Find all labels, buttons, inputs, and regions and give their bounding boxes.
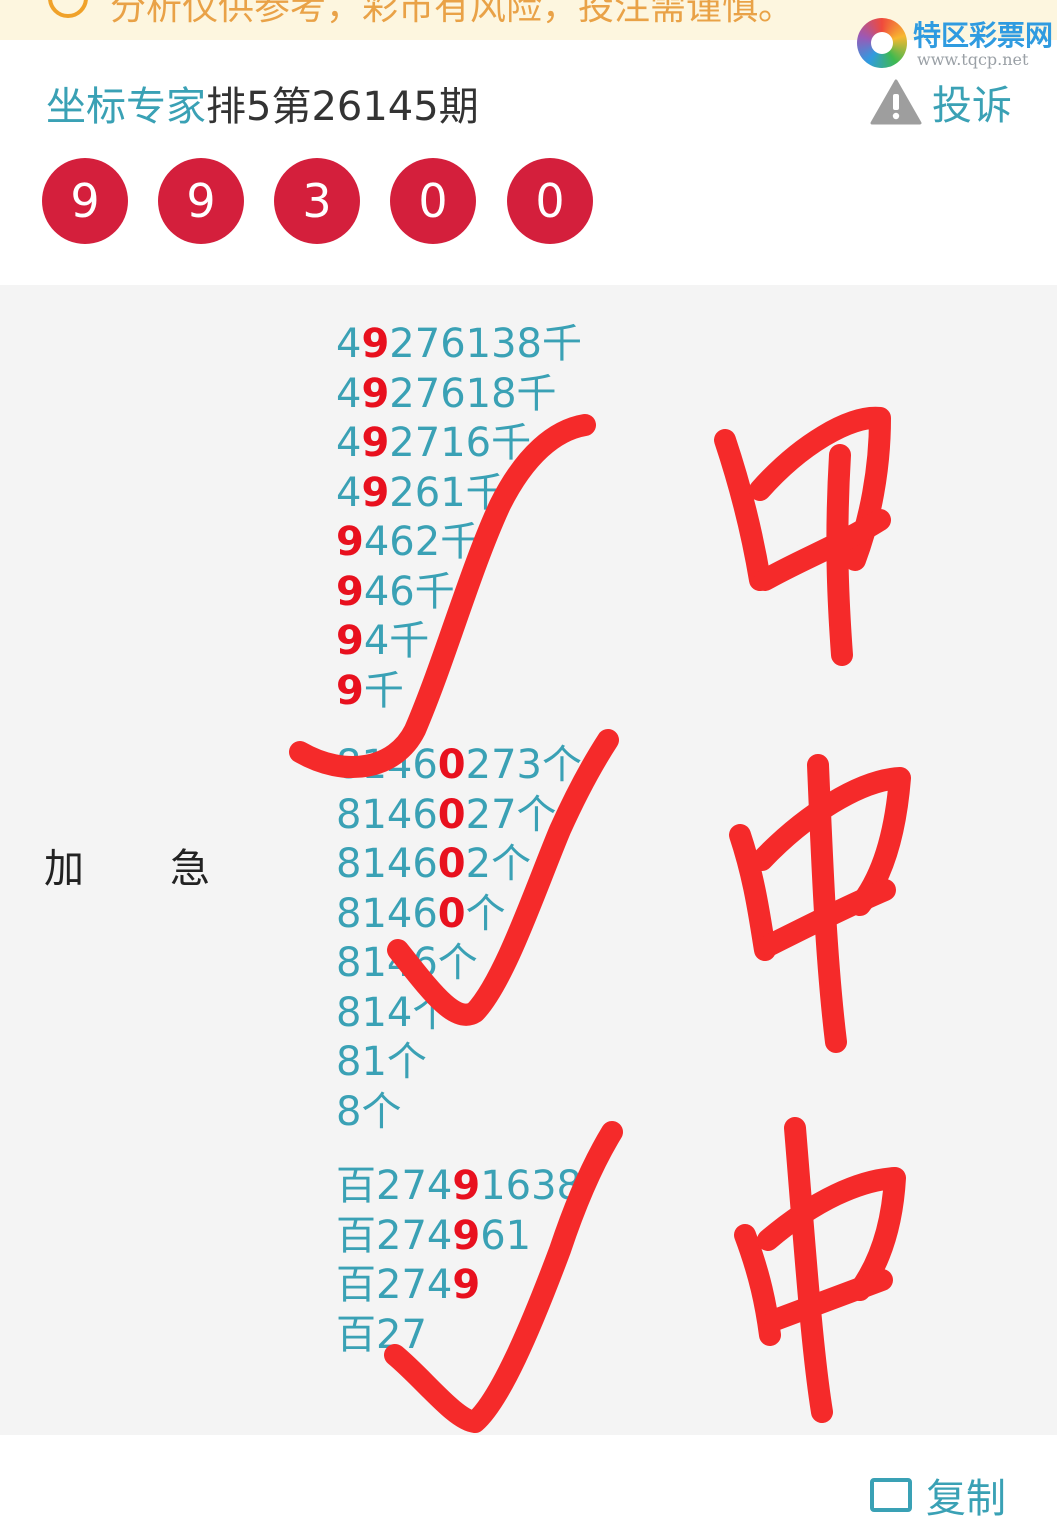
prediction-line: 814个 bbox=[336, 989, 582, 1039]
line-text: 1638 bbox=[480, 1163, 582, 1209]
prediction-line: 49261千 bbox=[336, 469, 582, 519]
line-text: 4 bbox=[336, 469, 362, 516]
prediction-line: 81460个 bbox=[336, 890, 582, 940]
page-title: 坐标专家排5第26145期 bbox=[46, 74, 479, 132]
warning-triangle-icon bbox=[870, 79, 922, 125]
copy-button[interactable]: 复制 bbox=[870, 1475, 1006, 1522]
line-text: 4 bbox=[336, 420, 362, 466]
line-text: 个 bbox=[465, 890, 506, 937]
hit-digit: 9 bbox=[452, 1262, 481, 1308]
hit-digit: 9 bbox=[336, 568, 364, 615]
line-text: 8146 bbox=[336, 742, 438, 788]
line-text: 27个 bbox=[465, 791, 557, 838]
prediction-line: 8146027个 bbox=[336, 791, 582, 841]
hit-digit: 0 bbox=[437, 742, 466, 788]
category-label: 加 bbox=[44, 846, 84, 892]
line-text: 273个 bbox=[465, 742, 582, 788]
line-text: 百274 bbox=[336, 1212, 453, 1259]
prediction-line: 8个 bbox=[336, 1088, 582, 1138]
prediction-line: 49276138千 bbox=[336, 320, 582, 370]
result-ball: 0 bbox=[390, 158, 476, 244]
hit-digit: 9 bbox=[336, 667, 364, 714]
notice-text: 分析仅供参考，彩市有风险，投注需谨慎。 bbox=[110, 0, 795, 28]
site-logo: 特区彩票网 www.tqcp.net bbox=[855, 10, 1055, 70]
prediction-line: 8146个 bbox=[336, 939, 582, 989]
line-text: 462千 bbox=[363, 519, 481, 565]
line-text: 8146 bbox=[336, 791, 438, 838]
line-text: 46千 bbox=[363, 568, 455, 615]
line-text: 8146个 bbox=[336, 940, 478, 986]
line-text: 百27 bbox=[336, 1311, 427, 1358]
prediction-line: 百274961 bbox=[336, 1212, 582, 1262]
line-text: 百274 bbox=[336, 1163, 453, 1209]
line-text: 2个 bbox=[465, 841, 532, 887]
prediction-line: 81460273个 bbox=[336, 741, 582, 791]
line-text: 814个 bbox=[336, 989, 453, 1036]
hit-digit: 9 bbox=[361, 370, 390, 417]
expert-link[interactable]: 坐标专家 bbox=[46, 84, 206, 130]
category-label: 急 bbox=[170, 846, 210, 892]
logo-url: www.tqcp.net bbox=[917, 50, 1029, 69]
issue-title: 排5第26145期 bbox=[206, 84, 479, 130]
prediction-line: 百27 bbox=[336, 1311, 582, 1361]
prediction-lines: 49276138千 4927618千 492716千 49261千 9462千 946千 9… bbox=[336, 320, 582, 1360]
result-ball: 9 bbox=[42, 158, 128, 244]
line-text: 千 bbox=[363, 667, 404, 714]
line-text: 81个 bbox=[336, 1039, 427, 1085]
result-ball: 3 bbox=[274, 158, 360, 244]
line-text: 61 bbox=[480, 1212, 532, 1259]
prediction-line: 492716千 bbox=[336, 419, 582, 469]
hit-digit: 9 bbox=[336, 519, 364, 565]
prediction-line: 81个 bbox=[336, 1038, 582, 1088]
warning-circle-icon bbox=[48, 0, 88, 18]
hit-digit: 9 bbox=[361, 420, 390, 466]
line-text: 261千 bbox=[389, 469, 506, 516]
hit-digit: 0 bbox=[437, 890, 466, 937]
hit-digit: 9 bbox=[361, 469, 390, 516]
prediction-line: 94千 bbox=[336, 617, 582, 667]
report-button[interactable]: 投诉 bbox=[870, 78, 1012, 129]
report-label: 投诉 bbox=[932, 83, 1012, 129]
copy-icon bbox=[870, 1478, 912, 1512]
group-gap bbox=[336, 716, 582, 741]
prediction-line: 946千 bbox=[336, 568, 582, 618]
prediction-line: 百2749 bbox=[336, 1261, 582, 1311]
logo-name: 特区彩票网 bbox=[913, 19, 1054, 52]
hit-digit: 0 bbox=[437, 791, 466, 838]
line-text: 2716千 bbox=[389, 420, 532, 466]
line-text: 27618千 bbox=[389, 370, 557, 417]
prediction-line: 814602个 bbox=[336, 840, 582, 890]
line-text: 276138千 bbox=[389, 321, 582, 367]
line-text: 4 bbox=[336, 370, 362, 417]
hit-digit: 9 bbox=[336, 618, 364, 664]
result-ball: 9 bbox=[158, 158, 244, 244]
line-text: 4千 bbox=[363, 618, 430, 664]
group-gap bbox=[336, 1137, 582, 1162]
logo-swirl-icon bbox=[857, 18, 907, 68]
result-ball: 0 bbox=[507, 158, 593, 244]
prediction-line: 百27491638 bbox=[336, 1162, 582, 1212]
prediction-line: 9462千 bbox=[336, 518, 582, 568]
line-text: 百274 bbox=[336, 1262, 453, 1308]
hit-digit: 0 bbox=[437, 841, 466, 887]
line-text: 8个 bbox=[336, 1088, 402, 1135]
hit-digit: 9 bbox=[452, 1212, 481, 1259]
prediction-line: 9千 bbox=[336, 667, 582, 717]
line-text: 4 bbox=[336, 321, 362, 367]
hit-digit: 9 bbox=[452, 1163, 481, 1209]
line-text: 8146 bbox=[336, 841, 438, 887]
copy-label: 复制 bbox=[926, 1476, 1006, 1522]
line-text: 8146 bbox=[336, 890, 438, 937]
hit-digit: 9 bbox=[361, 321, 390, 367]
prediction-line: 4927618千 bbox=[336, 370, 582, 420]
